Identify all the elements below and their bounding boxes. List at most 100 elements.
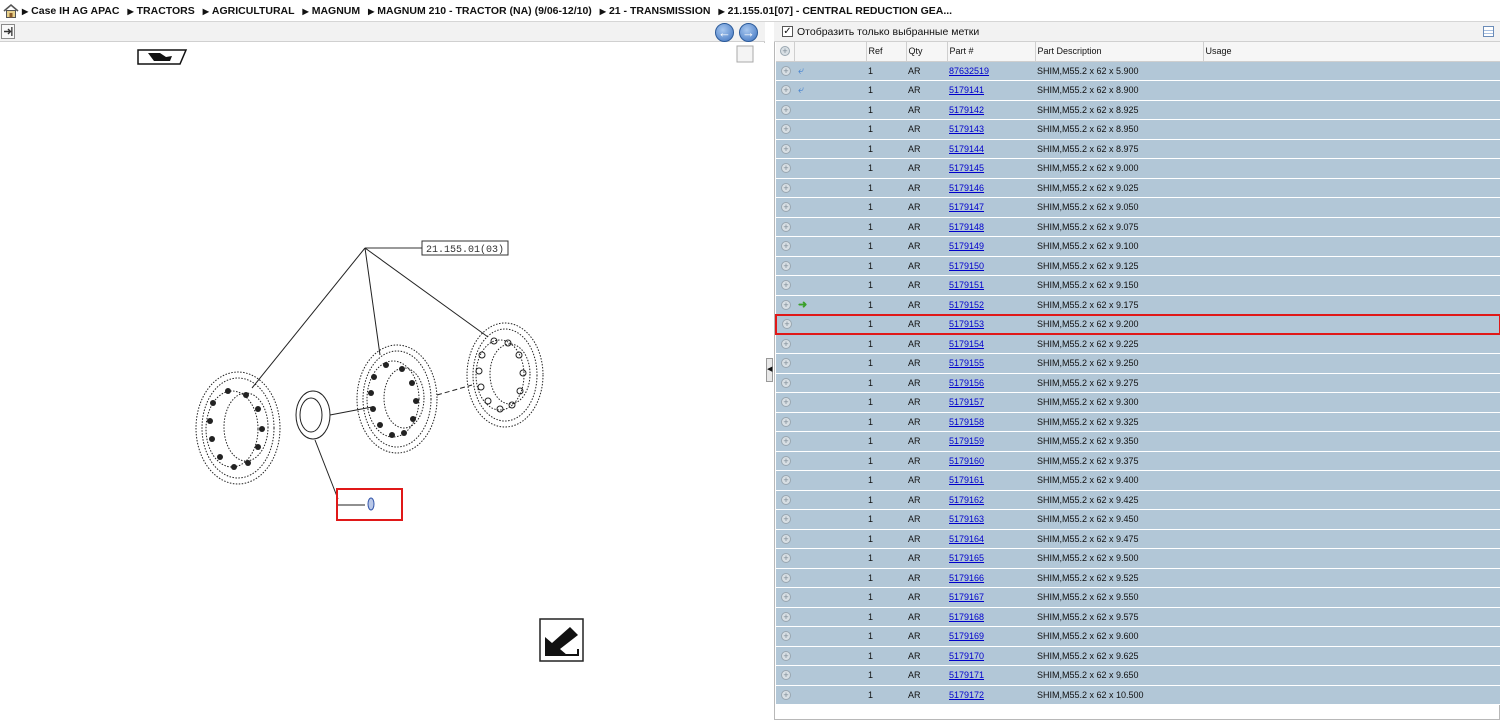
part-number-link[interactable]: 5179151 [949,280,984,290]
expand-row-icon[interactable]: + [781,104,791,115]
part-number-link[interactable]: 5179142 [949,105,984,115]
table-settings-icon[interactable] [1483,26,1494,37]
expand-all-icon[interactable]: + [780,46,790,57]
table-row[interactable]: +1 AR 5179168 SHIM,M55.2 x 62 x 9.575 [776,607,1500,627]
table-row[interactable]: +1 AR 5179161 SHIM,M55.2 x 62 x 9.400 [776,470,1500,491]
expand-cell[interactable]: + [776,451,794,471]
table-row[interactable]: +1 AR 5179169 SHIM,M55.2 x 62 x 9.600 [776,626,1500,647]
expand-cell[interactable]: + [776,431,794,452]
expand-row-icon[interactable]: + [781,280,791,291]
table-row[interactable]: +1 AR 5179160 SHIM,M55.2 x 62 x 9.375 [776,451,1500,471]
part-number-link[interactable]: 5179172 [949,690,984,700]
table-row[interactable]: +1 AR 5179171 SHIM,M55.2 x 62 x 9.650 [776,665,1500,686]
part-number-link[interactable]: 5179141 [949,85,984,95]
expand-cell[interactable]: + [776,392,794,413]
table-row[interactable]: +1 AR 5179162 SHIM,M55.2 x 62 x 9.425 [776,490,1500,510]
expand-row-icon[interactable]: + [781,631,791,642]
expand-cell[interactable]: + [776,158,794,179]
table-row[interactable]: +1 AR 5179146 SHIM,M55.2 x 62 x 9.025 [776,178,1500,198]
arrow-right-icon[interactable]: → [739,23,758,42]
part-number-link[interactable]: 5179171 [949,670,984,680]
expand-cell[interactable]: + [776,490,794,510]
part-number-link[interactable]: 5179146 [949,183,984,193]
table-row[interactable]: +1 AR 5179157 SHIM,M55.2 x 62 x 9.300 [776,392,1500,413]
expand-cell[interactable]: + [776,509,794,530]
part-number-link[interactable]: 5179164 [949,534,984,544]
part-number-link[interactable]: 5179152 [949,300,984,310]
part-number-link[interactable]: 5179163 [949,514,984,524]
expand-cell[interactable]: + [776,80,794,101]
expand-row-icon[interactable]: + [781,182,791,193]
table-row[interactable]: +1 AR 5179147 SHIM,M55.2 x 62 x 9.050 [776,197,1500,218]
part-number-link[interactable]: 5179153 [949,319,984,329]
table-row[interactable]: +1 AR 5179163 SHIM,M55.2 x 62 x 9.450 [776,509,1500,530]
expand-row-icon[interactable]: + [781,221,791,232]
table-row[interactable]: +1 AR 5179142 SHIM,M55.2 x 62 x 8.925 [776,100,1500,120]
callout-label[interactable]: 21.155.01(03) [426,244,504,256]
part-number-link[interactable]: 5179150 [949,261,984,271]
table-row[interactable]: +1 AR 5179144 SHIM,M55.2 x 62 x 8.975 [776,139,1500,159]
expand-cell[interactable]: + [776,139,794,159]
table-row[interactable]: +1 AR 5179148 SHIM,M55.2 x 62 x 9.075 [776,217,1500,237]
breadcrumb-item[interactable]: Case IH AG APAC [22,5,119,17]
expand-row-icon[interactable]: + [782,319,792,330]
expand-cell[interactable]: + [776,353,794,374]
expand-cell[interactable]: + [776,685,794,705]
expand-row-icon[interactable]: + [781,455,791,466]
part-number-link[interactable]: 87632519 [949,66,989,76]
part-number-link[interactable]: 5179144 [949,144,984,154]
show-selected-checkbox[interactable]: ✓ [782,26,793,37]
expand-row-icon[interactable]: + [781,416,791,427]
expand-row-icon[interactable]: + [781,397,791,408]
part-number-link[interactable]: 5179169 [949,631,984,641]
table-row[interactable]: +1 AR 5179145 SHIM,M55.2 x 62 x 9.000 [776,158,1500,179]
expand-cell[interactable]: + [776,587,794,608]
expand-cell[interactable]: + [776,197,794,218]
expand-cell[interactable]: + [776,334,794,354]
expand-row-icon[interactable]: + [781,514,791,525]
breadcrumb-item[interactable]: MAGNUM [303,5,360,17]
expand-row-icon[interactable]: + [781,163,791,174]
expand-all-header[interactable]: + [776,42,795,62]
table-row[interactable]: +1 AR 5179166 SHIM,M55.2 x 62 x 9.525 [776,568,1500,588]
table-row[interactable]: + ⤶ 1 AR 5179141 SHIM,M55.2 x 62 x 8.900 [776,80,1500,101]
expand-cell[interactable]: + [776,217,794,237]
part-number-link[interactable]: 5179149 [949,241,984,251]
expand-cell[interactable]: + [776,236,794,257]
expand-row-icon[interactable]: + [781,358,791,369]
part-number-link[interactable]: 5179155 [949,358,984,368]
column-qty[interactable]: Qty [906,42,948,62]
breadcrumb-item[interactable]: TRACTORS [127,5,195,17]
expand-cell[interactable]: + [776,412,794,432]
expand-row-icon[interactable]: + [781,377,791,388]
expand-cell[interactable]: + [776,626,794,647]
table-row[interactable]: +1 AR 5179151 SHIM,M55.2 x 62 x 9.150 [776,275,1500,296]
column-usage[interactable]: Usage [1203,42,1500,62]
table-row[interactable]: +1 AR 5179170 SHIM,M55.2 x 62 x 9.625 [776,646,1500,666]
table-row[interactable]: +1 AR 5179143 SHIM,M55.2 x 62 x 8.950 [776,119,1500,140]
column-part-number[interactable]: Part # [947,42,1036,62]
home-icon[interactable] [2,2,20,20]
part-number-link[interactable]: 5179157 [949,397,984,407]
part-number-link[interactable]: 5179159 [949,436,984,446]
expand-row-icon[interactable]: + [781,592,791,603]
part-number-link[interactable]: 5179166 [949,573,984,583]
expand-cell[interactable]: + [776,61,794,81]
expand-cell[interactable]: + [776,607,794,627]
breadcrumb-item[interactable]: AGRICULTURAL [203,5,295,17]
expand-cell[interactable]: + [776,178,794,198]
part-number-link[interactable]: 5179158 [949,417,984,427]
exit-icon[interactable] [1,24,15,39]
table-row[interactable]: +1 AR 5179154 SHIM,M55.2 x 62 x 9.225 [776,334,1500,354]
table-row[interactable]: + ⤶ 1 AR 87632519 SHIM,M55.2 x 62 x 5.900 [776,61,1500,81]
part-number-link[interactable]: 5179143 [949,124,984,134]
expand-row-icon[interactable]: + [781,475,791,486]
table-row[interactable]: + ➜ 1 AR 5179152 SHIM,M55.2 x 62 x 9.175 [776,295,1500,315]
expand-cell[interactable]: + [776,373,794,393]
expand-row-icon[interactable]: + [781,65,791,76]
expand-row-icon[interactable]: + [781,533,791,544]
expand-cell[interactable]: + [776,529,794,549]
expand-row-icon[interactable]: + [781,650,791,661]
expand-row-icon[interactable]: + [781,572,791,583]
part-number-link[interactable]: 5179161 [949,475,984,485]
